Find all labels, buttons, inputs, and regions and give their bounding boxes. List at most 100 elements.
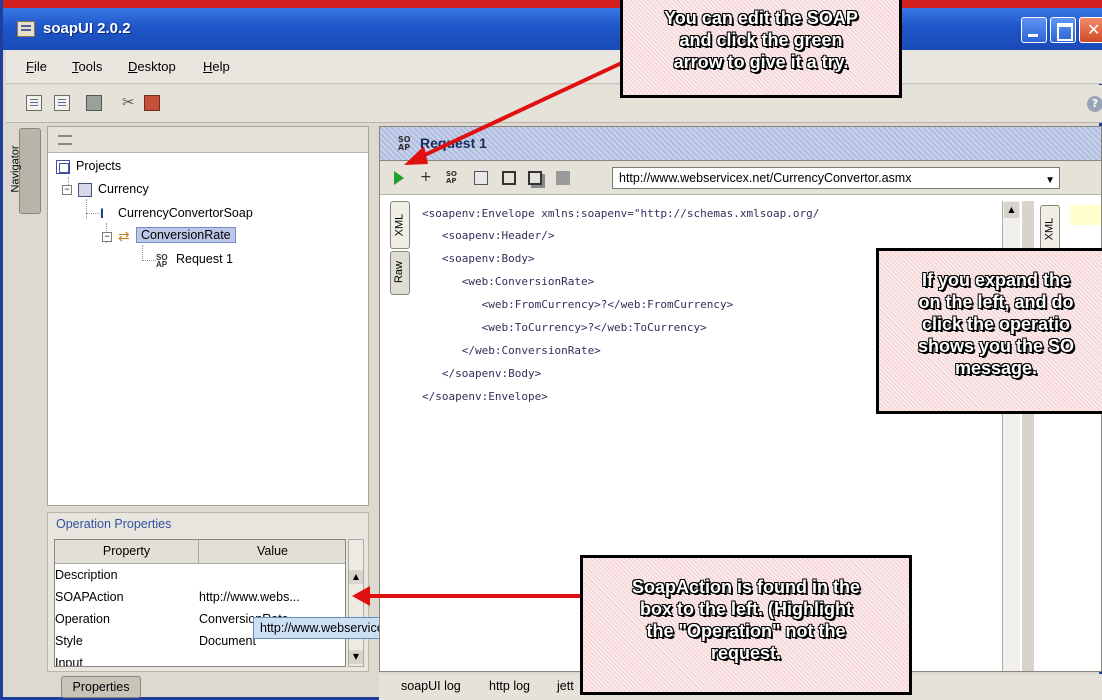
- table-cell-value[interactable]: http://www.webs...: [199, 586, 345, 608]
- table-cell-value[interactable]: [199, 564, 345, 586]
- menu-tools[interactable]: Tools: [72, 59, 102, 74]
- callout-text: SoapAction is found in the: [632, 577, 860, 597]
- table-cell-property[interactable]: Style: [55, 630, 195, 652]
- properties-tab-button[interactable]: Properties: [61, 676, 141, 698]
- table-cell-property[interactable]: SOAPAction: [55, 586, 195, 608]
- endpoint-url-value: http://www.webservicex.net/CurrencyConve…: [619, 171, 912, 185]
- tile-icon[interactable]: [502, 171, 516, 185]
- add-to-testcase-icon[interactable]: +: [420, 170, 434, 185]
- menu-bar: File Tools Desktop Help: [6, 50, 1102, 84]
- soap-interface-icon: I: [100, 205, 104, 221]
- callout-text: box to the left. (Highlight: [640, 599, 852, 619]
- callout-soapaction: SoapAction is found in the box to the le…: [580, 555, 912, 695]
- new-project-icon[interactable]: [26, 95, 42, 111]
- import-project-icon[interactable]: [54, 95, 70, 111]
- soap-request-icon: SO AP: [398, 135, 411, 152]
- menu-file[interactable]: File: [26, 59, 47, 74]
- tab-jetty-log[interactable]: jett: [557, 679, 574, 693]
- callout-text: request.: [710, 643, 782, 663]
- table-cell-property[interactable]: Operation: [55, 608, 195, 630]
- create-mock-icon[interactable]: [474, 171, 488, 185]
- callout-expand-tree: If you expand the on the left, and do cl…: [876, 248, 1102, 414]
- endpoint-url-select[interactable]: http://www.webservicex.net/CurrencyConve…: [612, 167, 1060, 189]
- scroll-down-icon[interactable]: ▼: [349, 650, 363, 664]
- main-toolbar: ✂: [6, 85, 1102, 123]
- request-title: Request 1: [420, 135, 487, 151]
- properties-scrollbar[interactable]: ▲ ▼: [348, 539, 364, 667]
- callout-text: and click the green: [679, 30, 843, 50]
- grip-icon[interactable]: [58, 135, 72, 145]
- table-cell-property[interactable]: Description: [55, 564, 195, 586]
- tab-response-xml[interactable]: XML: [1040, 205, 1060, 253]
- code-line: </soapenv:Body>: [422, 367, 542, 380]
- callout-text: message.: [954, 358, 1038, 378]
- code-line: <soapenv:Header/>: [422, 229, 555, 242]
- tab-raw-label: Raw: [393, 260, 406, 284]
- stop-icon[interactable]: [556, 171, 570, 185]
- callout-text: click the operatio: [921, 314, 1071, 334]
- code-line: <web:ConversionRate>: [422, 275, 595, 288]
- split-icon[interactable]: [528, 171, 542, 185]
- request-toolbar: + SO AP http://www.webservicex.net/Curren…: [380, 161, 1101, 195]
- submit-request-arrow-icon[interactable]: [394, 171, 404, 185]
- callout-text: on the left, and do: [918, 292, 1074, 312]
- maximize-button[interactable]: [1050, 17, 1076, 43]
- column-header-value[interactable]: Value: [199, 540, 345, 564]
- code-line: <soapenv:Body>: [422, 252, 535, 265]
- close-button[interactable]: [1079, 17, 1102, 43]
- navigator-tab-label: Navigator: [9, 145, 22, 193]
- code-line: </web:ConversionRate>: [422, 344, 601, 357]
- callout-text: the "Operation" not the: [646, 621, 846, 641]
- properties-table: Property Value Description SOAPAction ht…: [54, 539, 346, 667]
- operation-icon: ⇄: [118, 228, 130, 244]
- request-title-bar: SO AP Request 1: [380, 127, 1101, 161]
- response-editor[interactable]: [1070, 205, 1101, 225]
- collapse-icon[interactable]: −: [102, 232, 112, 242]
- callout-text: If you expand the: [921, 270, 1071, 290]
- callout-edit-soap: You can edit the SOAP and click the gree…: [620, 0, 902, 98]
- callout-text: arrow to give it a try.: [673, 52, 849, 72]
- save-all-icon[interactable]: [86, 95, 102, 111]
- collapse-icon[interactable]: −: [62, 185, 72, 195]
- scroll-up-icon[interactable]: ▲: [349, 570, 363, 584]
- app-icon: [17, 21, 35, 37]
- scroll-up-icon[interactable]: ▲: [1004, 202, 1019, 218]
- menu-help[interactable]: Help: [203, 59, 230, 74]
- code-line: <web:ToCurrency>?</web:ToCurrency>: [422, 321, 707, 334]
- title-bar[interactable]: soapUI 2.0.2: [3, 8, 1102, 50]
- red-top-strip: [3, 0, 1102, 8]
- column-header-property[interactable]: Property: [55, 540, 199, 564]
- project-icon: [78, 183, 92, 197]
- clone-request-icon[interactable]: SO AP: [446, 171, 460, 185]
- navigator-side-tab[interactable]: Navigator: [10, 128, 41, 214]
- code-line: <soapenv:Envelope xmlns:soapenv="http://…: [422, 207, 820, 220]
- tree-item-label: Request 1: [176, 252, 233, 266]
- menu-desktop[interactable]: Desktop: [128, 59, 176, 74]
- navigator-panel: Projects − Currency I CurrencyConvertorS…: [47, 126, 369, 506]
- scissors-icon[interactable]: ✂: [122, 95, 138, 111]
- tab-raw[interactable]: Raw: [390, 251, 410, 295]
- navigator-header: [48, 127, 368, 153]
- tree-item-label: CurrencyConvertorSoap: [118, 206, 253, 220]
- preferences-icon[interactable]: [144, 95, 160, 111]
- code-line: <web:FromCurrency>?</web:FromCurrency>: [422, 298, 734, 311]
- minimize-button[interactable]: [1021, 17, 1047, 43]
- help-icon[interactable]: ?: [1087, 96, 1102, 112]
- code-line: </soapenv:Envelope>: [422, 390, 548, 403]
- tab-xml[interactable]: XML: [390, 201, 410, 249]
- table-cell-property[interactable]: Input: [55, 652, 195, 666]
- operation-properties-panel: Operation Properties Property Value Desc…: [47, 512, 369, 672]
- tab-xml-label: XML: [393, 213, 406, 237]
- tree-item-label: Projects: [76, 159, 122, 173]
- projects-icon: [56, 160, 70, 174]
- tab-response-xml-label: XML: [1043, 217, 1056, 241]
- request-icon: SO AP: [156, 253, 168, 269]
- window-title: soapUI 2.0.2: [43, 20, 131, 37]
- callout-text: You can edit the SOAP: [664, 8, 858, 28]
- tab-http-log[interactable]: http log: [489, 679, 530, 693]
- table-cell-value[interactable]: [199, 652, 345, 666]
- callout-text: shows you the SO: [917, 336, 1075, 356]
- tab-soapui-log[interactable]: soapUI log: [401, 679, 461, 693]
- tree-item-label: Currency: [98, 182, 149, 196]
- chevron-down-icon[interactable]: ▼: [1045, 171, 1055, 191]
